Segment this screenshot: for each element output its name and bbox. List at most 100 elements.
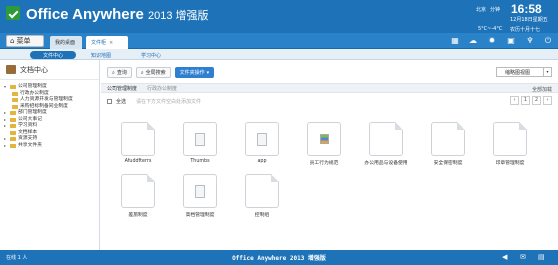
file-icon	[183, 122, 217, 156]
pager-next-button[interactable]: ›	[543, 96, 552, 105]
file-item[interactable]: 控制组	[239, 174, 285, 218]
date-label: 12月18日星期五	[510, 17, 548, 23]
file-name: app	[257, 159, 267, 164]
chevron-right-icon[interactable]: ▸	[4, 143, 8, 150]
document-icon	[431, 122, 465, 156]
clipboard-icon[interactable]: ▣	[506, 36, 516, 46]
file-item[interactable]: Thumbs	[177, 122, 223, 164]
chevron-down-icon[interactable]: ▾	[4, 84, 8, 91]
fulltext-search-button[interactable]: ⌕ 全局搜索	[135, 67, 171, 78]
cloud-icon[interactable]: ☁	[468, 36, 478, 46]
pager-page-2[interactable]: 2	[532, 96, 541, 105]
folder-ops-label: 文件夹操作	[179, 70, 205, 76]
pager-page-1[interactable]: 1	[521, 96, 530, 105]
file-item[interactable]: 办公用品与设备使用	[363, 122, 409, 166]
file-item[interactable]: 员工行为规范	[301, 122, 347, 166]
message-icon[interactable]: ✉	[520, 253, 526, 261]
breadcrumb: 公司管理制度 行政办公制度 全部加载	[101, 83, 558, 93]
file-name: Afuddfterrs	[124, 159, 152, 164]
tree-item-label: 共享文件夹	[18, 142, 42, 148]
file-name: 差旅制度	[128, 213, 148, 218]
search-icon: ⌕	[112, 69, 115, 76]
pager: ‹ 1 2 ›	[510, 96, 552, 105]
menu-button[interactable]: ⌂ 菜单	[6, 35, 44, 47]
sub-nav: 文件中心 知识地图 学习中心	[0, 49, 558, 60]
tree-item-shared[interactable]: ▸ 共享文件夹	[4, 143, 99, 150]
select-all-checkbox[interactable]	[107, 98, 112, 104]
load-all-link[interactable]: 全部加载	[532, 86, 552, 93]
tab-label: 我的桌面	[55, 40, 76, 46]
pin-icon[interactable]: ♆	[525, 36, 535, 46]
main-content: ⌕ 查询 ⌕ 全局搜索 文件夹操作 ▾ 缩略图视图 ▾ 公司管理制度 行政办公制…	[101, 60, 558, 250]
menu-label: 菜单	[16, 37, 31, 45]
select-all-label: 全选	[116, 98, 127, 105]
settings-icon[interactable]: ✹	[487, 36, 497, 46]
upload-hint: 请在下方文件空白处添加文件	[136, 98, 202, 105]
close-icon[interactable]: ×	[109, 40, 113, 46]
document-icon	[369, 122, 403, 156]
folder-icon	[10, 117, 16, 122]
folder-icon	[10, 124, 16, 129]
status-bar: 在线 1 人 Office Anywhere 2013 增强版 ◀ ✉ ▤	[0, 250, 558, 265]
folder-operations-button[interactable]: 文件夹操作 ▾	[174, 67, 215, 78]
subnav-doc-center[interactable]: 文件中心	[30, 51, 76, 59]
file-name: 高档管理制度	[185, 213, 215, 218]
power-icon[interactable]: ⏻	[543, 36, 553, 46]
speaker-icon[interactable]: ◀	[502, 253, 507, 261]
image-file-icon	[307, 122, 341, 156]
file-name: Thumbs	[190, 159, 210, 164]
file-item[interactable]: app	[239, 122, 285, 164]
folder-icon	[10, 137, 16, 142]
folder-icon	[10, 143, 16, 148]
fulltext-label: 全局搜索	[145, 70, 166, 76]
app-logo-icon	[6, 6, 20, 20]
sidebar-title: 文档中心	[20, 65, 48, 74]
top-nav: ⌂ 菜单 我的桌面 文件柜 × ▦ ☁ ✹ ▣ ♆ ⏻	[0, 33, 558, 49]
view-mode-select[interactable]: 缩略图视图 ▾	[496, 67, 552, 77]
breadcrumb-current[interactable]: 公司管理制度	[107, 85, 137, 92]
folder-icon	[12, 98, 18, 103]
file-item[interactable]: Afuddfterrs	[115, 122, 161, 164]
subnav-label: 知识地图	[91, 52, 112, 59]
file-name: 印章管理制度	[495, 161, 525, 166]
folder-icon	[12, 104, 18, 109]
document-icon	[121, 174, 155, 208]
tab-my-desktop[interactable]: 我的桌面	[50, 36, 82, 49]
subnav-label: 学习中心	[141, 52, 162, 59]
file-item[interactable]: 印章管理制度	[487, 122, 533, 166]
toolbar: ⌕ 查询 ⌕ 全局搜索 文件夹操作 ▾	[107, 67, 215, 78]
grid-icon[interactable]: ▦	[450, 36, 460, 46]
file-name: 员工行为规范	[309, 161, 339, 166]
subnav-knowledge-map[interactable]: 知识地图	[85, 51, 117, 59]
sidebar-header: 文档中心	[0, 60, 99, 80]
document-icon	[493, 122, 527, 156]
app-header: Office Anywhere 2013 增强版 北京 分钟 16:58 12月…	[0, 0, 558, 33]
home-icon: ⌂	[10, 37, 15, 45]
file-name: 控制组	[254, 213, 270, 218]
view-mode-value: 缩略图视图	[505, 69, 531, 76]
document-center-icon	[6, 65, 16, 74]
file-item[interactable]: 高档管理制度	[177, 174, 223, 218]
chevron-down-icon[interactable]: ▾	[543, 68, 551, 76]
folder-icon	[12, 91, 18, 96]
app-version: 2013 增强版	[147, 10, 209, 22]
mail-icon[interactable]: ▤	[538, 253, 545, 261]
tab-file-cabinet[interactable]: 文件柜 ×	[86, 36, 128, 49]
chevron-right-icon[interactable]: ▸	[4, 123, 8, 130]
file-item[interactable]: 安全保密制度	[425, 122, 471, 166]
file-name: 办公用品与设备使用	[364, 161, 408, 166]
folder-tree: ▾ 公司管理制度 行政办公制度 人力资源开发与管理制度 采购招标制备同业制度 ▸…	[0, 80, 99, 149]
query-button[interactable]: ⌕ 查询	[107, 67, 132, 78]
clock: 16:58	[511, 2, 542, 16]
selection-bar: 全选 请在下方文件空白处添加文件	[101, 96, 558, 106]
weather-label: 5°C~-4°C	[478, 26, 503, 32]
file-item[interactable]: 差旅制度	[115, 174, 161, 218]
document-icon	[245, 174, 279, 208]
document-icon	[121, 122, 155, 156]
user-name[interactable]: 分钟	[490, 6, 500, 13]
file-icon	[245, 122, 279, 156]
breadcrumb-path[interactable]: 行政办公制度	[147, 85, 177, 92]
subnav-learning-center[interactable]: 学习中心	[135, 51, 167, 59]
chevron-down-icon: ▾	[206, 69, 210, 76]
pager-prev-button[interactable]: ‹	[510, 96, 519, 105]
